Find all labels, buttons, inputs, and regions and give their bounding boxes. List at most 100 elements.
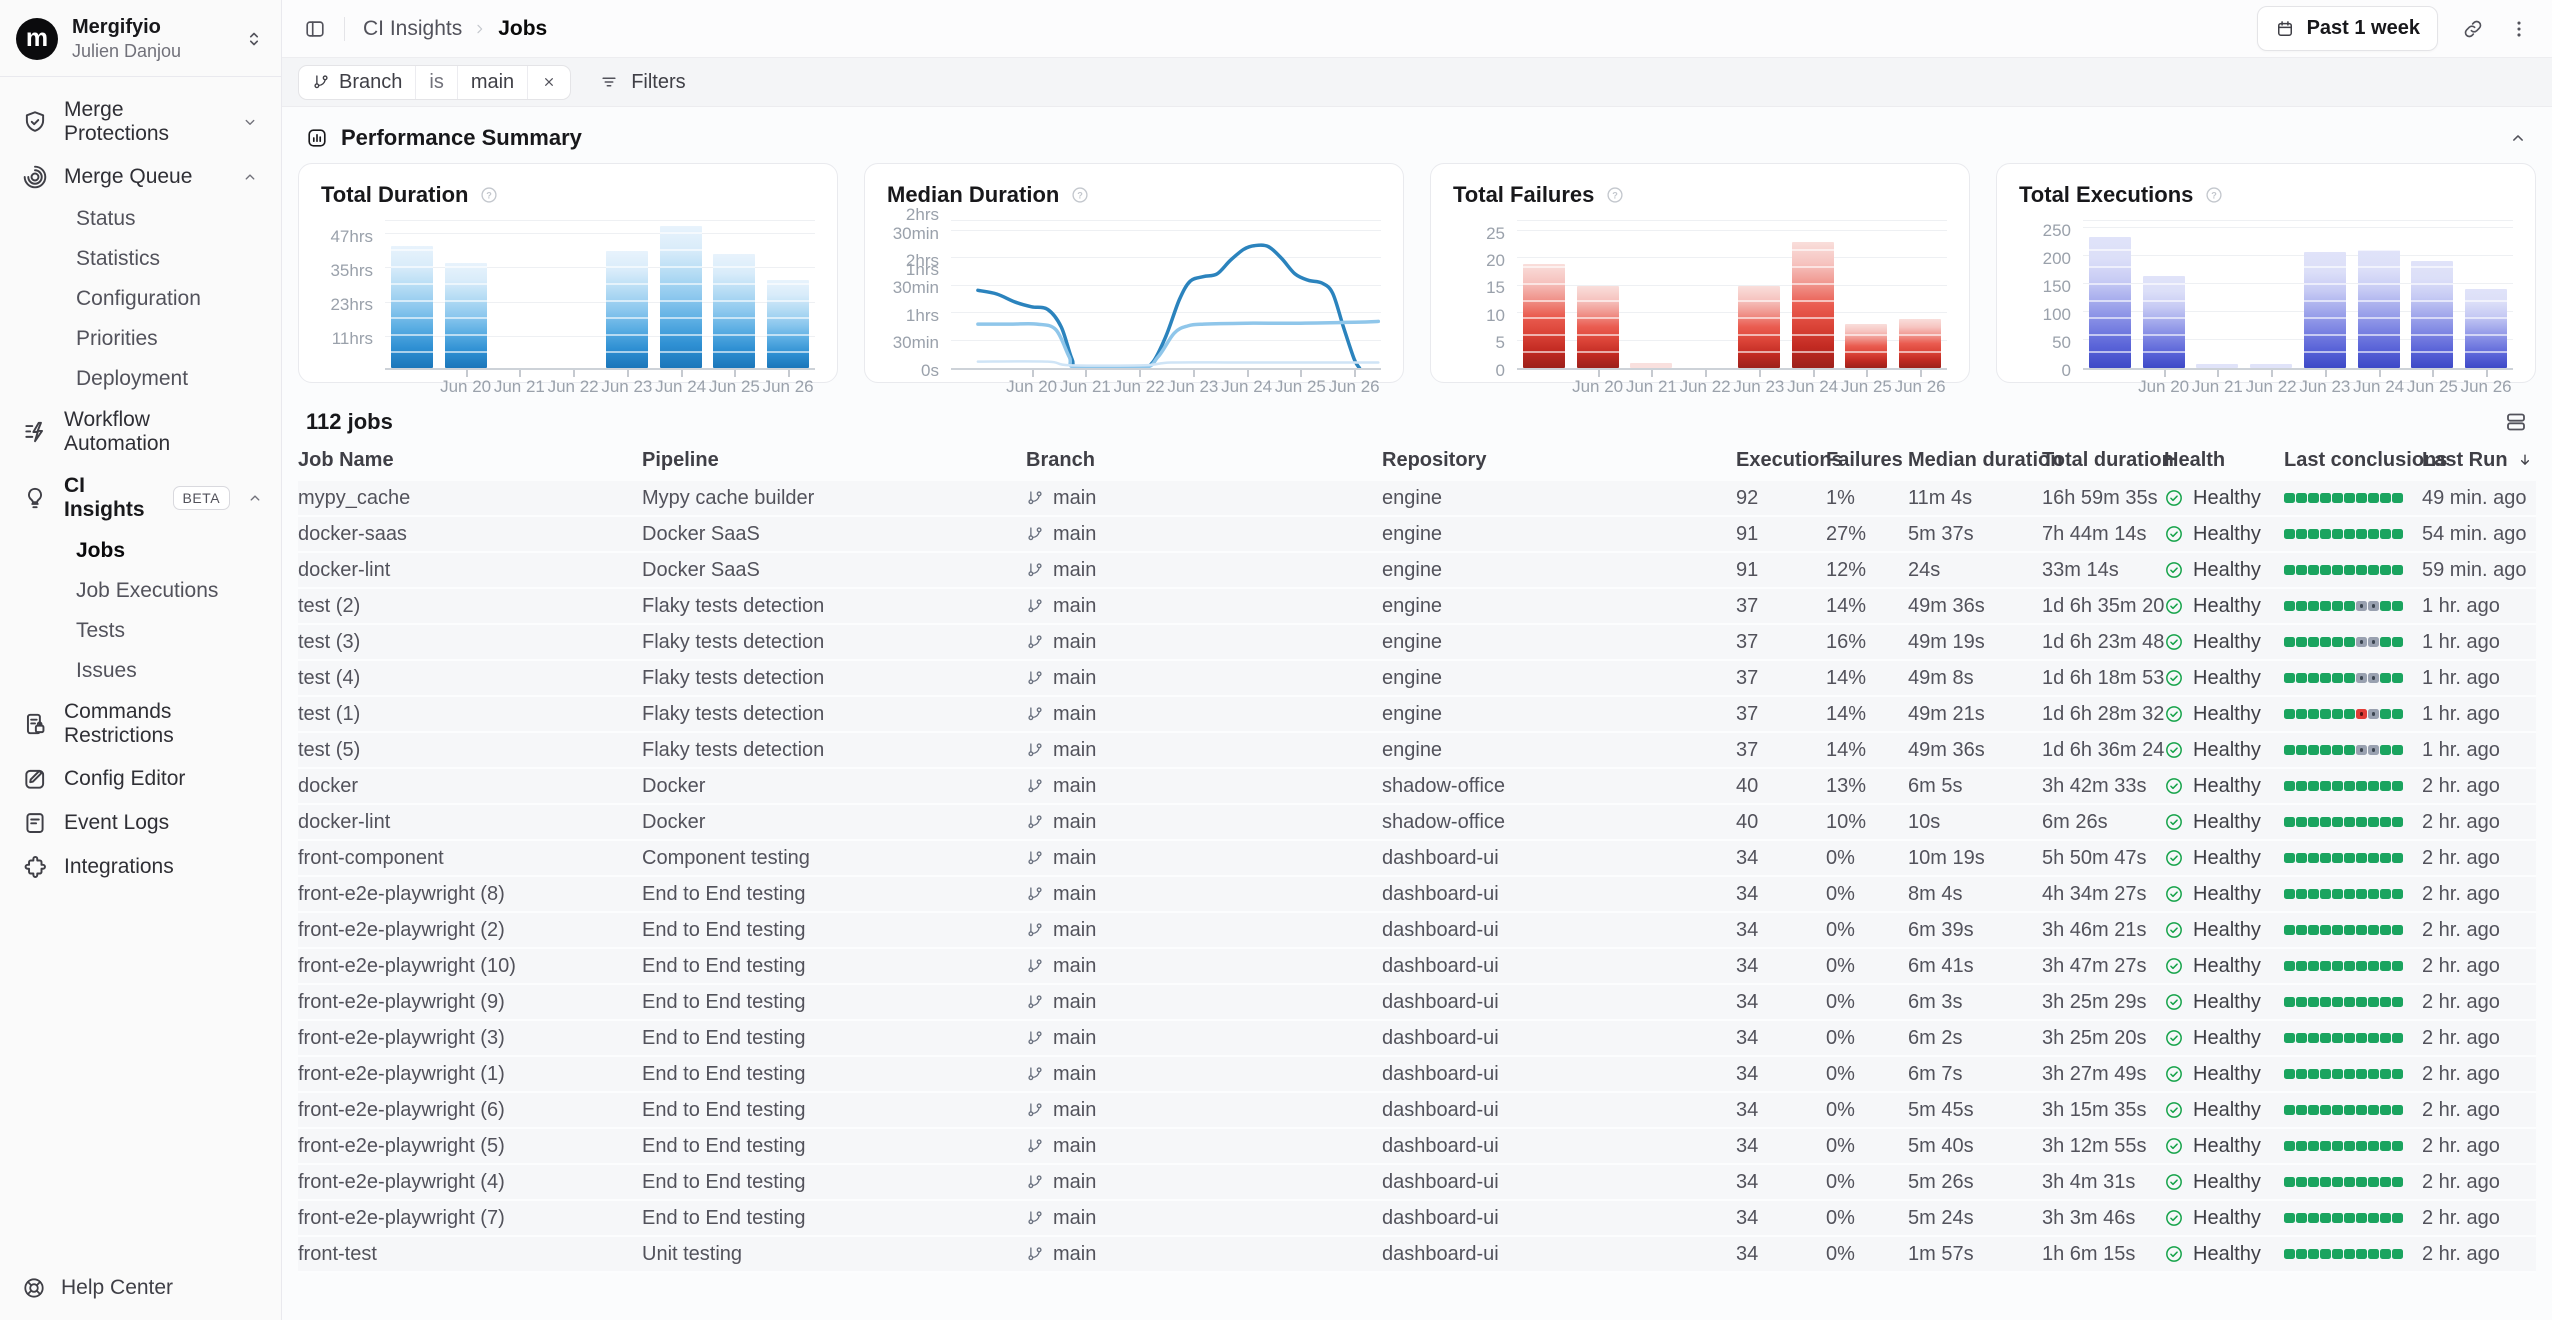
conclusion-success[interactable] (2356, 889, 2367, 900)
conclusion-success[interactable] (2380, 781, 2391, 792)
conclusion-success[interactable] (2392, 961, 2403, 972)
column-header-pipeline[interactable]: Pipeline (642, 449, 1026, 472)
conclusion-success[interactable] (2332, 637, 2343, 648)
conclusion-success[interactable] (2332, 1033, 2343, 1044)
conclusion-success[interactable] (2284, 1105, 2295, 1116)
conclusion-success[interactable] (2344, 1177, 2355, 1188)
collapse-section-icon[interactable] (2508, 128, 2528, 148)
conclusion-success[interactable] (2368, 817, 2379, 828)
conclusion-neutral[interactable] (2368, 745, 2379, 756)
conclusion-success[interactable] (2344, 745, 2355, 756)
conclusion-success[interactable] (2308, 889, 2319, 900)
conclusion-success[interactable] (2368, 1105, 2379, 1116)
conclusion-success[interactable] (2392, 601, 2403, 612)
conclusion-success[interactable] (2356, 1069, 2367, 1080)
sidebar-item-event-logs[interactable]: Event Logs (12, 801, 269, 845)
conclusion-success[interactable] (2368, 1033, 2379, 1044)
conclusion-success[interactable] (2380, 1249, 2391, 1260)
table-row[interactable]: test (5)Flaky tests detectionmainengine3… (298, 733, 2536, 769)
conclusion-neutral[interactable] (2356, 673, 2367, 684)
conclusion-success[interactable] (2332, 493, 2343, 504)
conclusion-success[interactable] (2296, 853, 2307, 864)
conclusion-success[interactable] (2332, 817, 2343, 828)
conclusion-success[interactable] (2320, 673, 2331, 684)
conclusion-success[interactable] (2344, 601, 2355, 612)
conclusion-success[interactable] (2284, 493, 2295, 504)
conclusion-success[interactable] (2296, 817, 2307, 828)
time-range-button[interactable]: Past 1 week (2257, 6, 2438, 51)
conclusion-success[interactable] (2308, 781, 2319, 792)
conclusion-success[interactable] (2296, 1105, 2307, 1116)
conclusion-success[interactable] (2368, 1177, 2379, 1188)
conclusion-success[interactable] (2284, 1069, 2295, 1080)
remove-filter-button[interactable] (528, 66, 570, 99)
table-row[interactable]: front-e2e-playwright (8)End to End testi… (298, 877, 2536, 913)
conclusion-success[interactable] (2392, 997, 2403, 1008)
conclusion-success[interactable] (2380, 637, 2391, 648)
column-header-executions[interactable]: Executions (1736, 449, 1826, 472)
sidebar-item-deployment[interactable]: Deployment (12, 359, 269, 399)
conclusion-success[interactable] (2380, 1105, 2391, 1116)
conclusion-success[interactable] (2392, 745, 2403, 756)
conclusion-success[interactable] (2296, 601, 2307, 612)
conclusion-success[interactable] (2308, 529, 2319, 540)
conclusion-success[interactable] (2296, 745, 2307, 756)
conclusion-success[interactable] (2380, 565, 2391, 576)
sidebar-item-statistics[interactable]: Statistics (12, 239, 269, 279)
conclusion-success[interactable] (2380, 853, 2391, 864)
conclusion-success[interactable] (2320, 1141, 2331, 1152)
sidebar-item-merge-protections[interactable]: Merge Protections (12, 89, 269, 155)
conclusion-success[interactable] (2344, 781, 2355, 792)
table-row[interactable]: test (1)Flaky tests detectionmainengine3… (298, 697, 2536, 733)
conclusion-success[interactable] (2332, 1105, 2343, 1116)
conclusion-success[interactable] (2392, 709, 2403, 720)
conclusion-success[interactable] (2284, 1213, 2295, 1224)
conclusion-success[interactable] (2344, 853, 2355, 864)
table-row[interactable]: mypy_cacheMypy cache buildermainengine92… (298, 481, 2536, 517)
sidebar-item-issues[interactable]: Issues (12, 651, 269, 691)
conclusion-success[interactable] (2380, 1069, 2391, 1080)
conclusion-success[interactable] (2308, 637, 2319, 648)
column-header-last-conclusions[interactable]: Last conclusions (2284, 449, 2422, 472)
conclusion-success[interactable] (2320, 1033, 2331, 1044)
conclusion-success[interactable] (2308, 745, 2319, 756)
more-menu-button[interactable] (2508, 18, 2530, 40)
conclusion-success[interactable] (2380, 889, 2391, 900)
conclusion-success[interactable] (2392, 1033, 2403, 1044)
conclusion-success[interactable] (2308, 1105, 2319, 1116)
conclusion-success[interactable] (2296, 565, 2307, 576)
conclusion-success[interactable] (2284, 1249, 2295, 1260)
conclusion-success[interactable] (2284, 745, 2295, 756)
help-icon[interactable]: ? (479, 185, 499, 205)
filters-button[interactable]: Filters (599, 71, 685, 94)
conclusion-success[interactable] (2320, 817, 2331, 828)
conclusion-success[interactable] (2368, 529, 2379, 540)
conclusion-success[interactable] (2392, 1213, 2403, 1224)
copy-link-button[interactable] (2462, 18, 2484, 40)
conclusion-success[interactable] (2356, 961, 2367, 972)
conclusion-success[interactable] (2308, 601, 2319, 612)
conclusion-success[interactable] (2332, 673, 2343, 684)
conclusion-success[interactable] (2284, 1177, 2295, 1188)
sidebar-item-tests[interactable]: Tests (12, 611, 269, 651)
conclusion-success[interactable] (2392, 1141, 2403, 1152)
conclusion-success[interactable] (2284, 889, 2295, 900)
sidebar-item-status[interactable]: Status (12, 199, 269, 239)
conclusion-success[interactable] (2332, 1177, 2343, 1188)
conclusion-success[interactable] (2380, 673, 2391, 684)
conclusion-success[interactable] (2344, 1105, 2355, 1116)
conclusion-success[interactable] (2284, 1033, 2295, 1044)
conclusion-success[interactable] (2368, 961, 2379, 972)
column-header-total-duration[interactable]: Total duration (2042, 449, 2164, 472)
conclusion-success[interactable] (2380, 1141, 2391, 1152)
conclusion-success[interactable] (2320, 529, 2331, 540)
table-row[interactable]: front-e2e-playwright (10)End to End test… (298, 949, 2536, 985)
help-icon[interactable]: ? (1070, 185, 1090, 205)
sidebar-toggle-button[interactable] (304, 18, 326, 40)
conclusion-success[interactable] (2332, 781, 2343, 792)
conclusion-success[interactable] (2356, 1249, 2367, 1260)
conclusion-success[interactable] (2284, 781, 2295, 792)
conclusion-success[interactable] (2332, 529, 2343, 540)
table-row[interactable]: dockerDockermainshadow-office4013%6m 5s3… (298, 769, 2536, 805)
conclusion-success[interactable] (2332, 745, 2343, 756)
